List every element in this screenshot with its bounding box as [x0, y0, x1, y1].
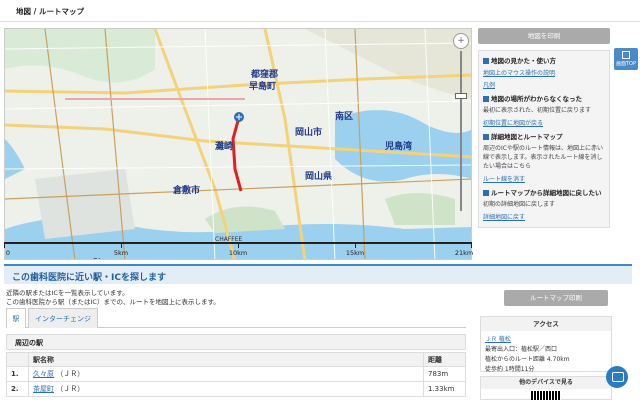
help-heading: 地図の見かた・使い方 — [483, 55, 605, 65]
scale-tick — [471, 242, 472, 248]
station-table: 駅名称 距離 1. 久々原 （ＪＲ） 783m 2. 茶屋町 （ＪＲ） 1.33… — [6, 352, 466, 397]
scale-tick — [238, 242, 239, 248]
row-number: 2. — [6, 381, 29, 397]
map-label-hayashima: 早島町 — [249, 80, 276, 92]
station-distance: 783m — [423, 366, 466, 382]
tab-station[interactable]: 駅 — [6, 308, 26, 328]
nearby-stations-header: 周辺の駅 — [6, 334, 466, 350]
help-text: 初期の詳細地図に戻します — [483, 201, 556, 208]
station-line: （ＪＲ） — [56, 385, 85, 393]
qr-code-icon — [531, 391, 561, 400]
scale-tick-label: 21km — [454, 249, 474, 257]
scale-tick — [4, 242, 5, 248]
map-label-okayama-pref: 岡山県 — [305, 170, 332, 182]
station-cell: 茶屋町 （ＪＲ） — [28, 381, 424, 397]
zoom-track[interactable] — [460, 51, 462, 211]
square-bullet-icon — [483, 134, 489, 140]
page-top-button[interactable]: 画面TOP — [614, 48, 638, 70]
print-route-map-button[interactable]: ルートマップ印刷 — [504, 290, 608, 306]
print-map-button[interactable]: 地図を印刷 — [478, 28, 610, 44]
square-bullet-icon — [483, 96, 489, 102]
page-top-icon — [622, 51, 630, 59]
access-line: 植松からのルート距離 4.70km — [485, 356, 570, 363]
station-link[interactable]: 茶屋町 — [33, 385, 54, 393]
scale-tick-label: 15km — [345, 249, 365, 257]
breadcrumb-text: 地図 / ルートマップ — [16, 7, 84, 16]
clear-route-link[interactable]: ルート線を消す — [483, 174, 605, 183]
map-label-kurashiki: 倉敷市 — [172, 184, 200, 196]
help-heading: 詳細地図とルートマップ — [483, 131, 605, 141]
chat-icon[interactable] — [606, 366, 628, 388]
scale-tick — [355, 242, 356, 248]
help-heading: ルートマップから詳細地図に戻したい — [483, 187, 605, 197]
map-scale-bar: 0 5km 10km 15km 21km — [4, 240, 474, 258]
desc-line: 近隣の駅またはICを一覧表示しています。 — [6, 289, 129, 297]
breadcrumb: 地図 / ルートマップ — [0, 0, 640, 22]
other-device-box: 他のデバイスで見る — [480, 376, 612, 400]
access-station-link[interactable]: ＪＲ 植松 — [481, 331, 611, 343]
table-header-row: 駅名称 距離 — [6, 352, 466, 367]
tab-interchange[interactable]: インターチェンジ — [28, 308, 98, 328]
other-device-title: 他のデバイスで見る — [481, 377, 611, 389]
map-label-tsukubo: 都窪郡 — [250, 68, 278, 80]
nearby-stations-title: 周辺の駅 — [15, 339, 43, 347]
scale-tick-label: 5km — [113, 249, 129, 257]
help-heading: 地図の場所がわからなくなった — [483, 93, 605, 103]
help-text: 周辺のICや駅のルート情報は、地図上に赤い線で表示します。表示されたルート線を消… — [483, 145, 603, 170]
map-canvas[interactable]: 都窪郡 早島町 岡山市 南区 倉敷市 児島湾 岡山県 灘崎 CHAFFEE — [5, 29, 472, 260]
station-section-header: この歯科医院に近い駅・ICを探します — [4, 264, 632, 284]
table-row[interactable]: 2. 茶屋町 （ＪＲ） 1.33km — [6, 381, 466, 397]
square-bullet-icon — [483, 58, 489, 64]
map-label-kojima-bay: 児島湾 — [384, 140, 412, 152]
back-detail-map-link[interactable]: 詳細地図に戻す — [483, 212, 605, 221]
access-title: アクセス — [481, 317, 611, 331]
station-cell: 久々原 （ＪＲ） — [28, 366, 424, 382]
access-line: 徒歩約 1時間11分 — [485, 366, 535, 373]
map-view[interactable]: 都窪郡 早島町 岡山市 南区 倉敷市 児島湾 岡山県 灘崎 CHAFFEE + … — [4, 28, 472, 260]
access-box: アクセス ＪＲ 植松 最寄出入口：植松駅／西口 植松からのルート距離 4.70k… — [480, 316, 612, 373]
mouse-help-link[interactable]: 地図上のマウス操作の説明 — [483, 68, 605, 77]
station-section-title: この歯科医院に近い駅・ICを探します — [12, 273, 166, 283]
access-line: 最寄出入口：植松駅／西口 — [485, 346, 558, 353]
map-label-minami: 南区 — [335, 110, 353, 122]
row-number: 1. — [6, 366, 29, 382]
help-text: 最初に表示された、初期位置に戻ります — [483, 107, 592, 114]
station-link[interactable]: 久々原 — [33, 370, 54, 378]
legend-link[interactable]: 凡例 — [483, 80, 605, 89]
desc-line: この歯科医院から駅（またはIC）までの、ルートを地図上に表示します。 — [6, 298, 220, 306]
map-help-box: 地図の見かた・使い方 地図上のマウス操作の説明 凡例 地図の場所がわからなくなっ… — [478, 50, 610, 228]
page-top-label: 画面TOP — [615, 61, 636, 67]
map-sidebar: 地図を印刷 地図の見かた・使い方 地図上のマウス操作の説明 凡例 地図の場所がわ… — [478, 28, 610, 228]
map-label-okayama-city: 岡山市 — [295, 126, 322, 138]
zoom-in-icon[interactable]: + — [453, 33, 469, 49]
station-distance: 1.33km — [423, 381, 466, 397]
zoom-thumb[interactable] — [455, 93, 467, 99]
station-line: （ＪＲ） — [56, 370, 85, 378]
scale-tick-label: 0 — [5, 249, 11, 257]
col-no — [6, 352, 29, 367]
table-row[interactable]: 1. 久々原 （ＪＲ） 783m — [6, 366, 466, 382]
square-bullet-icon — [483, 190, 489, 196]
station-tabs: 駅 インターチェンジ — [6, 308, 466, 328]
scale-tick — [121, 242, 122, 248]
col-station-name: 駅名称 — [28, 352, 424, 367]
scale-tick-label: 10km — [228, 249, 248, 257]
map-label-nadasaki: 灘崎 — [215, 140, 233, 152]
reset-position-link[interactable]: 初期位置に地図が戻る — [483, 118, 605, 127]
col-distance: 距離 — [423, 352, 466, 367]
station-description: 近隣の駅またはICを一覧表示しています。 この歯科医院から駅（またはIC）までの… — [6, 289, 220, 307]
zoom-slider[interactable]: + — [453, 33, 469, 219]
